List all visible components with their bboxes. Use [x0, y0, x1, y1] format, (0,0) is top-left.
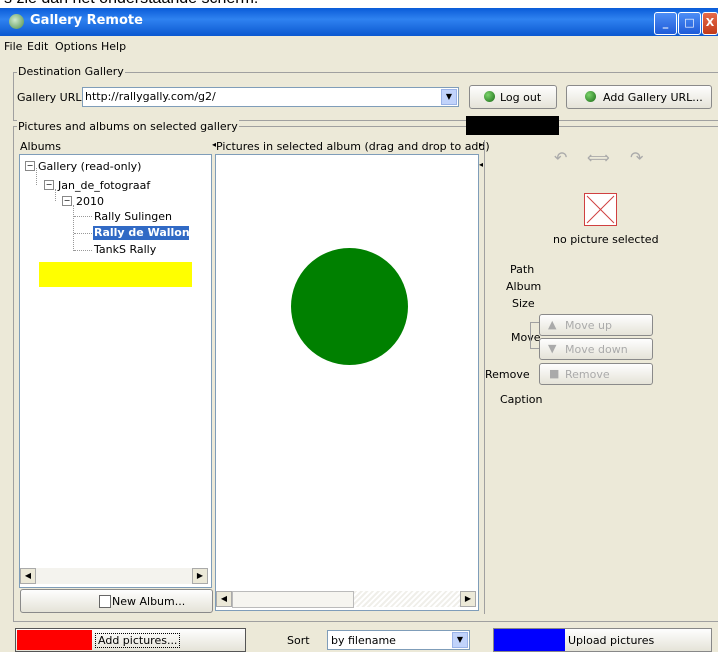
log-out-label: Log out	[500, 91, 542, 104]
no-picture-selected-text: no picture selected	[553, 233, 659, 246]
menu-options[interactable]: Options	[55, 40, 97, 53]
rotate-left-icon[interactable]: ↶	[554, 148, 567, 167]
chevron-down-icon[interactable]: ▼	[441, 89, 457, 105]
new-album-button[interactable]: New Album...	[20, 589, 213, 613]
close-button[interactable]: X	[702, 12, 718, 35]
albums-horizontal-scrollbar[interactable]: ◀ ▶	[20, 568, 208, 584]
path-label: Path	[510, 263, 535, 276]
move-up-button[interactable]: ▲ Move up	[539, 314, 653, 336]
maximize-button[interactable]: □	[678, 12, 701, 35]
move-up-label: Move up	[565, 319, 612, 332]
gallery-url-value: http://rallygally.com/g2/	[85, 90, 216, 103]
scroll-right-arrow-icon[interactable]: ▶	[192, 568, 208, 584]
upload-pictures-button[interactable]: Upload pictures	[493, 628, 712, 652]
tree-line	[73, 205, 75, 251]
cropped-caption-text: s zie dan het onderstaande scherm:	[4, 0, 258, 8]
scroll-left-arrow-icon[interactable]: ◀	[216, 591, 232, 607]
scroll-right-arrow-icon[interactable]: ▶	[460, 591, 476, 607]
gallery-url-label: Gallery URL	[17, 91, 82, 104]
scroll-thumb[interactable]	[232, 591, 354, 608]
tree-line	[74, 216, 92, 217]
flip-horizontal-icon[interactable]: ⟺	[587, 148, 610, 167]
pictures-legend: Pictures and albums on selected gallery	[17, 120, 239, 133]
collapse-toggle[interactable]: −	[25, 161, 35, 171]
scroll-left-arrow-icon[interactable]: ◀	[20, 568, 36, 584]
cropped-caption: s zie dan het onderstaande scherm:	[0, 0, 718, 8]
size-label: Size	[512, 297, 535, 310]
new-album-icon	[99, 595, 111, 608]
new-album-label: New Album...	[112, 595, 186, 608]
collapse-toggle[interactable]: −	[62, 196, 72, 206]
arrow-up-icon: ▲	[548, 318, 557, 331]
add-pictures-label: Add pictures...	[95, 633, 181, 648]
missing-image-cross	[586, 195, 615, 224]
log-out-button[interactable]: Log out	[469, 85, 557, 109]
tree-item-rally-sulingen[interactable]: Rally Sulingen	[94, 210, 172, 223]
tree-line	[74, 250, 92, 251]
window-title: Gallery Remote	[30, 13, 143, 28]
pictures-horizontal-scrollbar[interactable]: ◀ ▶	[216, 591, 476, 608]
add-gallery-url-label: Add Gallery URL...	[603, 91, 703, 104]
chevron-down-icon[interactable]: ▼	[452, 632, 468, 648]
splitter-right-arrow-icon[interactable]: ▸	[479, 140, 483, 149]
green-circle	[291, 248, 408, 365]
gallery-url-combobox[interactable]: http://rallygally.com/g2/ ▼	[82, 87, 459, 107]
sort-value: by filename	[331, 634, 396, 647]
globe-icon	[484, 91, 495, 102]
tree-item-rally-de-wallonie[interactable]: Rally de Wallonie	[93, 226, 189, 240]
splitter-left-arrow-icon[interactable]: ◂	[479, 160, 483, 169]
menu-file[interactable]: File	[4, 40, 22, 53]
tree-item-gallery[interactable]: Gallery (read-only)	[38, 160, 141, 173]
sort-combobox[interactable]: by filename ▼	[327, 630, 470, 650]
blue-marker	[494, 629, 565, 651]
tree-item-tanks-rally[interactable]: TankS Rally	[94, 243, 156, 256]
menu-help[interactable]: Help	[101, 40, 126, 53]
tree-line	[74, 233, 92, 234]
minimize-button[interactable]: _	[654, 12, 677, 35]
rotate-right-icon[interactable]: ↷	[630, 148, 643, 167]
redaction-block	[466, 116, 559, 135]
move-down-button[interactable]: ▼ Move down	[539, 338, 653, 360]
tree-line	[55, 189, 57, 201]
red-marker	[17, 630, 92, 650]
tree-item-2010[interactable]: 2010	[76, 195, 104, 208]
remove-button[interactable]: ■ Remove	[539, 363, 653, 385]
remove-label: Remove	[485, 368, 530, 381]
arrow-down-icon: ▼	[548, 342, 557, 355]
album-label: Album	[506, 280, 542, 293]
pictures-header: Pictures in selected album (drag and dro…	[216, 140, 490, 153]
add-gallery-url-button[interactable]: Add Gallery URL...	[566, 85, 712, 109]
yellow-highlight	[39, 262, 192, 287]
missing-image-icon	[584, 193, 617, 226]
globe-add-icon	[585, 91, 596, 102]
add-pictures-button[interactable]: Add pictures...	[15, 628, 246, 652]
collapse-toggle[interactable]: −	[44, 180, 54, 190]
destination-legend: Destination Gallery	[17, 65, 125, 78]
caption-label: Caption	[500, 393, 543, 406]
pictures-list-panel[interactable]	[215, 154, 479, 611]
tree-item-user[interactable]: Jan_de_fotograaf	[58, 179, 150, 192]
remove-button-label: Remove	[565, 368, 610, 381]
gallery-app-icon	[9, 14, 24, 29]
trash-icon: ■	[549, 367, 560, 380]
menu-edit[interactable]: Edit	[27, 40, 48, 53]
albums-header: Albums	[20, 140, 61, 153]
move-down-label: Move down	[565, 343, 628, 356]
sort-label: Sort	[287, 634, 310, 647]
upload-pictures-label: Upload pictures	[568, 634, 655, 647]
